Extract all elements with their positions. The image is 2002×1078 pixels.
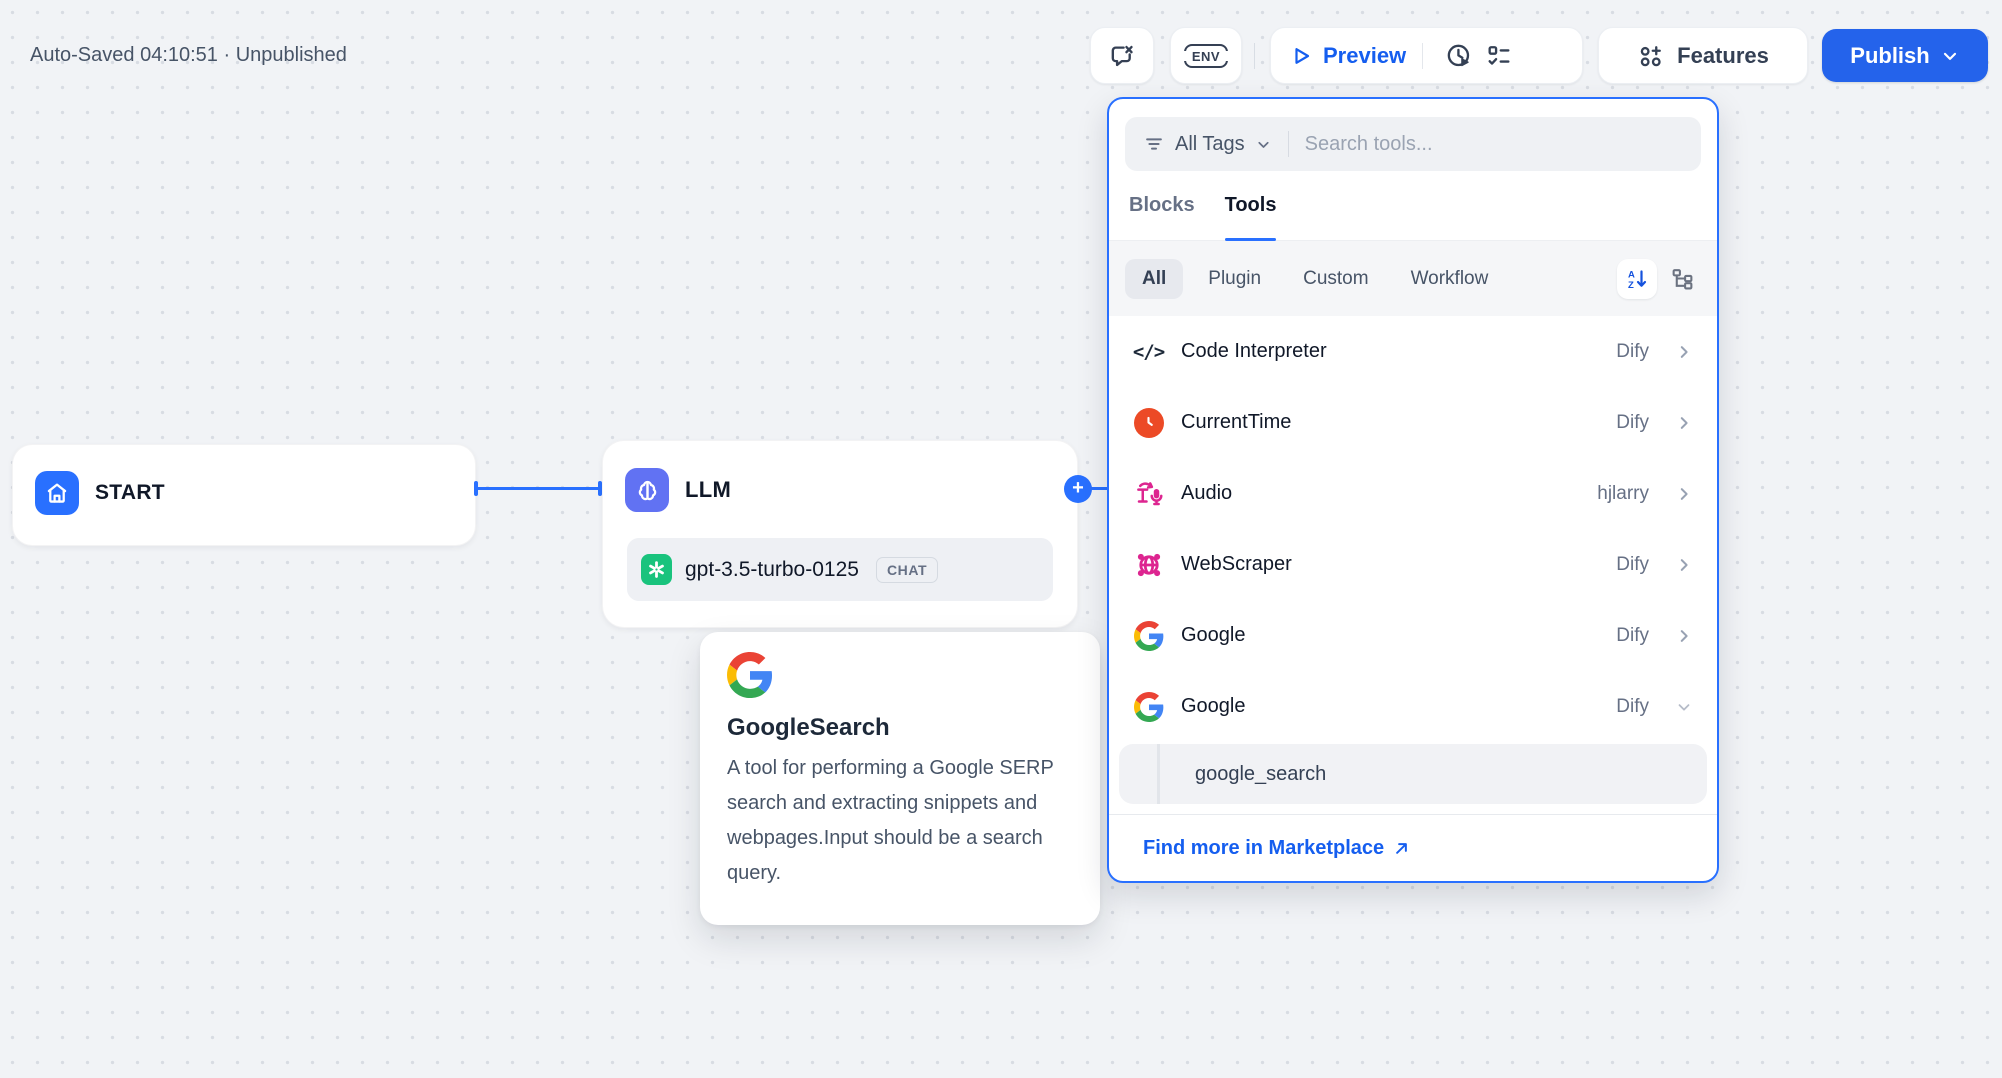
block-selector-panel: All Tags Blocks Tools AllPluginCustomWork… bbox=[1107, 97, 1719, 883]
annotation-icon bbox=[1109, 42, 1136, 69]
marketplace-link[interactable]: Find more in Marketplace bbox=[1143, 837, 1411, 860]
tool-provider: Dify bbox=[1616, 553, 1649, 575]
tool-row-google[interactable]: Google Dify bbox=[1125, 671, 1701, 742]
google-logo-icon bbox=[727, 652, 1073, 698]
sort-az-button[interactable]: A Z bbox=[1617, 258, 1657, 299]
clock-icon bbox=[1133, 407, 1164, 438]
filter-lines-icon bbox=[1143, 133, 1165, 155]
tool-provider: Dify bbox=[1616, 411, 1649, 433]
run-history-button[interactable] bbox=[1439, 36, 1479, 76]
subtab-plugin[interactable]: Plugin bbox=[1191, 259, 1278, 299]
model-mode-badge: CHAT bbox=[875, 556, 939, 583]
chevron-down-icon bbox=[1255, 136, 1272, 153]
tab-tools[interactable]: Tools bbox=[1224, 171, 1276, 241]
subtool-row-google-search[interactable]: google_search bbox=[1119, 744, 1707, 804]
tool-name: Code Interpreter bbox=[1181, 340, 1327, 362]
tool-row-audio[interactable]: Audio hjlarry bbox=[1125, 458, 1701, 529]
tool-row-currenttime[interactable]: CurrentTime Dify bbox=[1125, 387, 1701, 458]
sort-az-icon: A Z bbox=[1625, 267, 1649, 291]
edge-handle[interactable] bbox=[598, 481, 602, 496]
openai-icon bbox=[641, 554, 672, 585]
chevron-right-icon bbox=[1675, 556, 1693, 574]
search-input[interactable] bbox=[1304, 132, 1683, 156]
autosave-status: Auto-Saved 04:10:51 · Unpublished bbox=[30, 44, 347, 66]
annotation-button[interactable] bbox=[1090, 27, 1154, 84]
model-name: gpt-3.5-turbo-0125 bbox=[685, 557, 859, 581]
llm-node[interactable]: LLM gpt-3.5-turbo-0125 CHAT bbox=[602, 440, 1078, 628]
node-title: START bbox=[95, 481, 165, 504]
chevron-right-icon bbox=[1675, 414, 1693, 432]
run-controls-group: Preview bbox=[1270, 27, 1583, 84]
tool-name: WebScraper bbox=[1181, 553, 1292, 575]
subtab-custom[interactable]: Custom bbox=[1286, 259, 1385, 299]
indent-guide bbox=[1157, 744, 1160, 804]
tool-provider: Dify bbox=[1616, 340, 1649, 362]
external-link-icon bbox=[1392, 839, 1411, 858]
start-node[interactable]: START bbox=[12, 444, 476, 546]
panel-tabs: Blocks Tools bbox=[1109, 171, 1717, 241]
audio-icon bbox=[1133, 478, 1164, 509]
tool-row-code-interpreter[interactable]: </> Code Interpreter Dify bbox=[1125, 316, 1701, 387]
webscraper-icon bbox=[1133, 549, 1164, 580]
svg-text:A: A bbox=[1628, 269, 1635, 280]
subtab-workflow[interactable]: Workflow bbox=[1394, 259, 1506, 299]
tool-list: </> Code Interpreter Dify CurrentTime Dify Au… bbox=[1109, 316, 1717, 742]
tool-detail-card: GoogleSearch A tool for performing a Goo… bbox=[700, 632, 1100, 925]
run-history-icon bbox=[1445, 42, 1473, 70]
chevron-right-icon bbox=[1675, 343, 1693, 361]
tab-blocks[interactable]: Blocks bbox=[1129, 171, 1195, 240]
preview-button[interactable]: Preview bbox=[1289, 43, 1406, 69]
pill-divider bbox=[1422, 42, 1424, 69]
env-button[interactable]: ENV bbox=[1170, 27, 1242, 84]
toolbar-divider bbox=[1254, 43, 1255, 69]
tool-name: Google bbox=[1181, 695, 1246, 717]
model-selector[interactable]: gpt-3.5-turbo-0125 CHAT bbox=[627, 538, 1053, 601]
edge-start-llm bbox=[477, 487, 600, 490]
subtool-label: google_search bbox=[1195, 762, 1327, 785]
tree-view-icon bbox=[1670, 266, 1695, 291]
google-logo-icon bbox=[1133, 620, 1164, 651]
search-bar: All Tags bbox=[1125, 117, 1701, 171]
svg-text:Z: Z bbox=[1628, 280, 1634, 291]
publish-button[interactable]: Publish bbox=[1822, 29, 1988, 82]
env-icon: ENV bbox=[1182, 43, 1230, 68]
tool-row-google[interactable]: Google Dify bbox=[1125, 600, 1701, 671]
tool-type-filter: All Plugin Custom Workflow A Z bbox=[1109, 241, 1717, 316]
subtabs-container: All Plugin Custom Workflow bbox=[1125, 258, 1506, 299]
features-icon bbox=[1637, 42, 1665, 70]
home-icon bbox=[35, 471, 79, 515]
search-divider bbox=[1287, 131, 1289, 157]
chevron-right-icon bbox=[1675, 627, 1693, 645]
node-title: LLM bbox=[685, 477, 732, 502]
play-icon bbox=[1289, 44, 1313, 68]
panel-footer: Find more in Marketplace bbox=[1109, 814, 1717, 881]
tool-provider: Dify bbox=[1616, 695, 1649, 717]
chevron-down-icon bbox=[1675, 698, 1693, 716]
chevron-down-icon bbox=[1940, 46, 1960, 66]
tool-name: Audio bbox=[1181, 482, 1233, 504]
group-view-button[interactable] bbox=[1663, 260, 1701, 298]
subtab-all[interactable]: All bbox=[1125, 258, 1184, 299]
code-interpreter-icon: </> bbox=[1132, 340, 1165, 363]
google-logo-icon bbox=[1133, 691, 1164, 722]
tool-row-webscraper[interactable]: WebScraper Dify bbox=[1125, 529, 1701, 600]
tool-name: Google bbox=[1181, 624, 1246, 646]
chevron-right-icon bbox=[1675, 485, 1693, 503]
add-node-button[interactable]: + bbox=[1064, 475, 1092, 503]
tool-detail-description: A tool for performing a Google SERP sear… bbox=[727, 757, 1054, 884]
tags-filter-dropdown[interactable]: All Tags bbox=[1143, 133, 1272, 156]
tool-name: CurrentTime bbox=[1181, 411, 1292, 433]
brain-icon bbox=[625, 468, 669, 512]
tool-provider: Dify bbox=[1616, 624, 1649, 646]
tool-provider: hjlarry bbox=[1597, 482, 1649, 504]
checklist-button[interactable] bbox=[1479, 36, 1519, 76]
tool-detail-title: GoogleSearch bbox=[727, 714, 890, 741]
checklist-icon bbox=[1485, 42, 1513, 70]
features-button[interactable]: Features bbox=[1598, 27, 1808, 84]
